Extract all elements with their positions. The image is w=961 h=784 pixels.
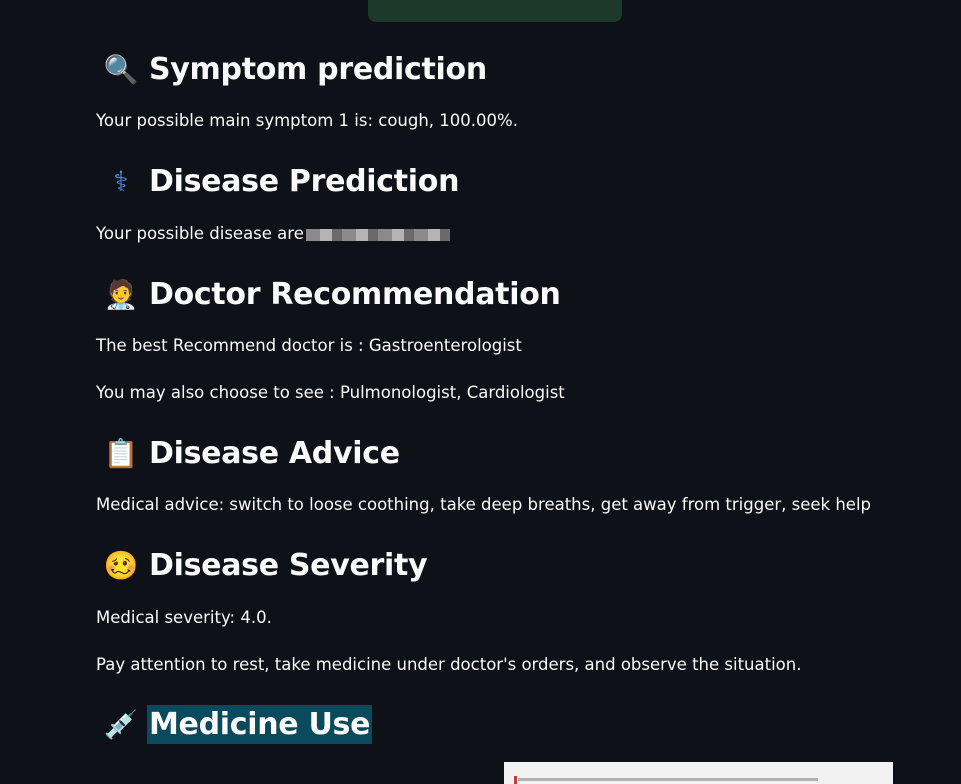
image-detail [518,778,818,781]
medicine-image [504,762,893,784]
doctor-best-text: The best Recommend doctor is : Gastroent… [96,336,522,355]
severity-value-text: Medical severity: 4.0. [96,608,272,627]
disease-text: Your possible disease are [96,223,450,245]
symptom-title: Symptom prediction [149,51,487,87]
redacted-value [305,228,450,241]
medicine-header: 💉 Medicine Use [96,704,373,744]
disease-header: ⚕ Disease Prediction [96,161,461,201]
top-button[interactable] [368,0,622,22]
doctor-icon: 🧑‍⚕️ [103,277,139,311]
syringe-icon: 💉 [103,707,139,741]
advice-header: 📋 Disease Advice [96,433,402,473]
disease-title: Disease Prediction [149,163,460,199]
magnifier-icon: 🔍 [103,52,139,86]
disease-label: Your possible disease are [96,224,304,243]
symptom-text: Your possible main symptom 1 is: cough, … [96,111,518,130]
doctor-header: 🧑‍⚕️ Doctor Recommendation [96,274,563,314]
advice-text: Medical advice: switch to loose coothing… [96,495,872,514]
app-page: 🔍 Symptom prediction Your possible main … [0,0,961,784]
clipboard-icon: 📋 [103,436,139,470]
dizzy-face-icon: 🥴 [103,548,139,582]
image-detail [514,776,517,784]
severity-header: 🥴 Disease Severity [96,545,429,585]
doctor-title: Doctor Recommendation [149,276,561,312]
advice-title: Disease Advice [149,435,400,471]
medicine-title: Medicine Use [147,704,373,744]
severity-title: Disease Severity [149,547,428,583]
symptom-header: 🔍 Symptom prediction [96,49,489,89]
medical-symbol-icon: ⚕ [113,164,129,198]
severity-advice-text: Pay attention to rest, take medicine und… [96,655,802,674]
doctor-alt-text: You may also choose to see : Pulmonologi… [96,383,565,402]
